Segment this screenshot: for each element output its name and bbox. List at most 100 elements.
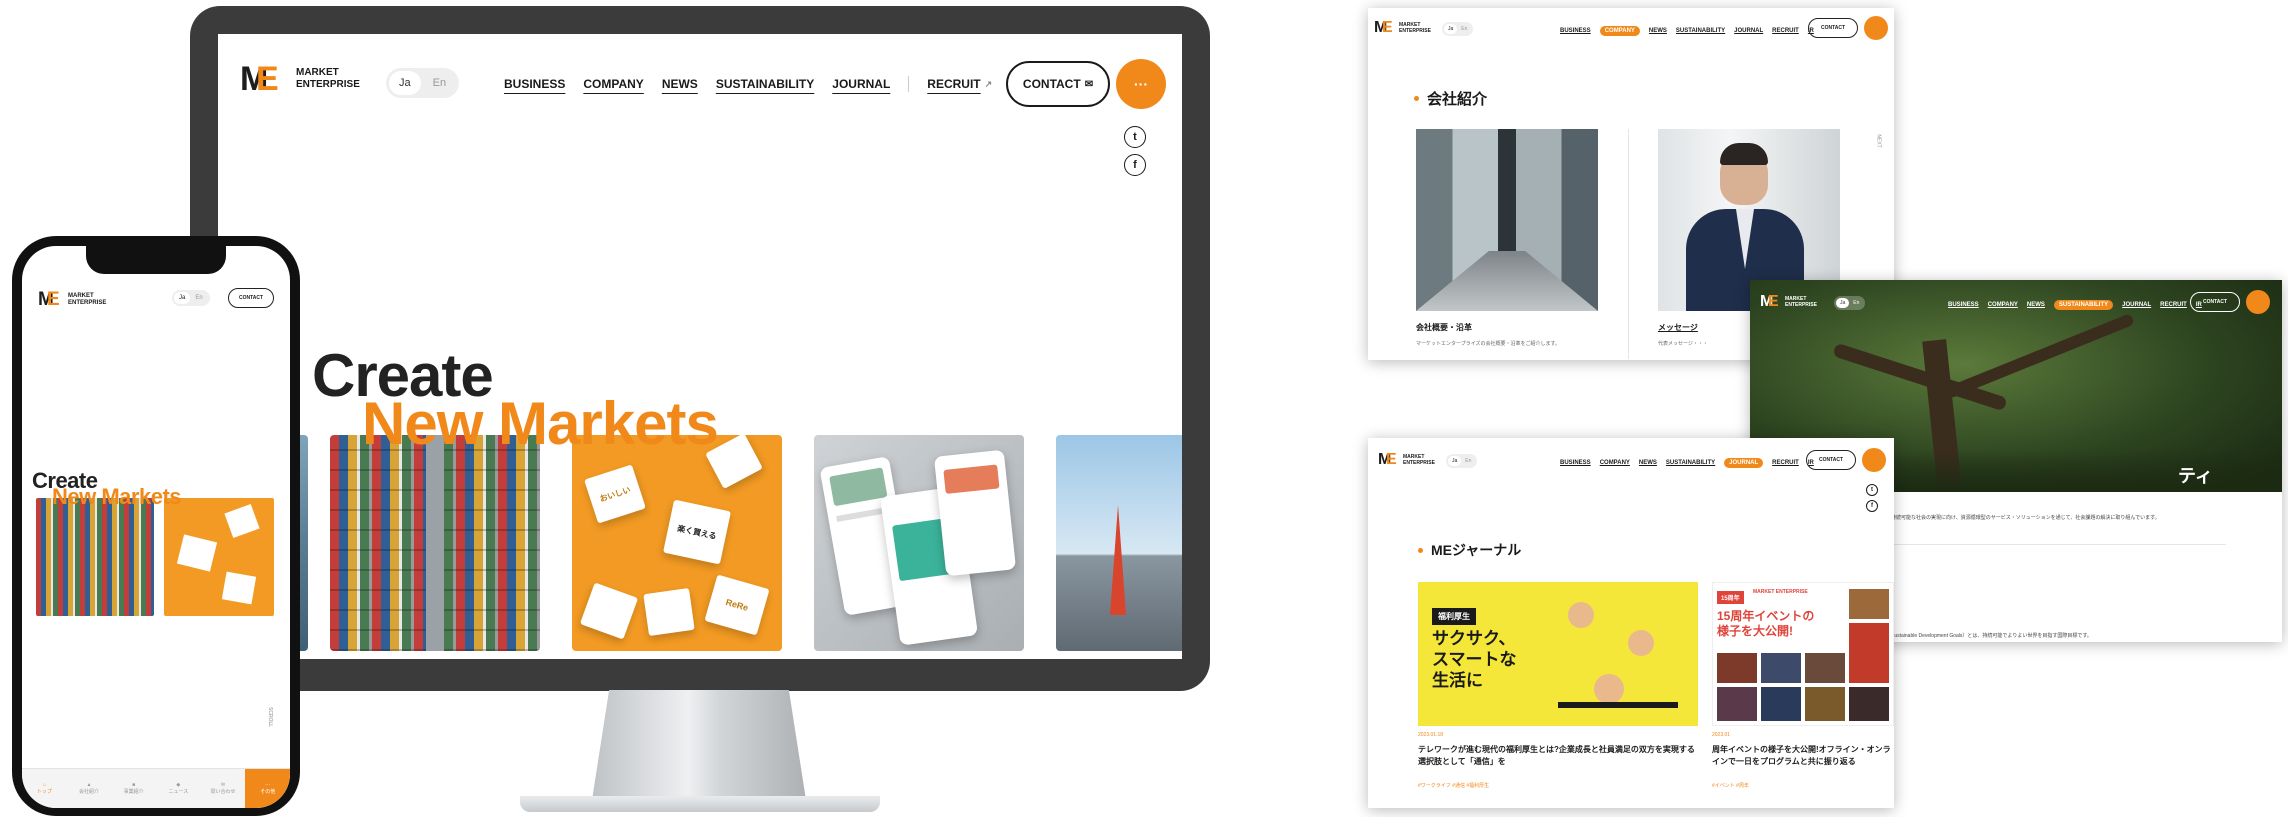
nav-company[interactable]: COMPANY xyxy=(583,77,643,91)
nav-news[interactable]: NEWS xyxy=(1649,28,1667,34)
container-port-image[interactable] xyxy=(330,435,540,651)
title-dot-icon xyxy=(1414,96,1419,101)
nav-journal[interactable]: JOURNAL xyxy=(832,77,890,91)
event-photo xyxy=(1849,589,1889,619)
card-2-tags[interactable]: #イベント #周年 xyxy=(1712,782,1749,789)
logo-line1: MARKET xyxy=(68,293,94,299)
panel-logo[interactable]: M E MARKET ENTERPRISE xyxy=(1378,452,1435,468)
product-box: 楽く買える xyxy=(663,499,731,565)
tab-company[interactable]: ▲ 会社紹介 xyxy=(67,769,112,808)
phone-screen: M E MARKET ENTERPRISE Ja En CONTACT Crea… xyxy=(22,246,290,808)
phone-site-logo[interactable]: M E MARKET ENTERPRISE xyxy=(38,290,106,310)
card-1-headline-1: サクサク、 xyxy=(1432,629,1516,648)
sustainability-body-1: 〜持続可能な社会の実現に向け、資源循環型のサービス・ソリューションを通じて、社会… xyxy=(1886,515,2160,521)
nav-news[interactable]: NEWS xyxy=(662,77,698,91)
event-photo xyxy=(1849,623,1889,683)
card-message-text: 代表メッセージ・・・ xyxy=(1658,341,1708,347)
site-logo[interactable]: ME MARKET ENTERPRISE xyxy=(240,62,360,96)
panel-contact-button[interactable]: CONTACT xyxy=(1808,18,1858,38)
phone-boxes-image[interactable] xyxy=(164,498,274,616)
tab-news[interactable]: ◆ ニュース xyxy=(156,769,201,808)
menu-button[interactable]: ··· xyxy=(1116,59,1166,109)
card-1-headline-3: 生活に xyxy=(1432,671,1483,690)
card-company-title[interactable]: 会社概要・沿革 xyxy=(1416,322,1472,333)
phone-hero-line2: New Markets xyxy=(52,484,182,509)
nav-recruit[interactable]: RECRUIT xyxy=(1772,28,1799,34)
product-box xyxy=(643,588,695,636)
title-dot-icon xyxy=(1418,547,1423,553)
phone-app-image[interactable] xyxy=(814,435,1024,651)
nav-business[interactable]: BUSINESS xyxy=(1560,28,1591,34)
panel-language-switch: Ja En xyxy=(1834,296,1866,310)
product-boxes-image[interactable]: おいしい 楽く買える ReRe xyxy=(572,435,782,651)
lang-ja-button[interactable]: Ja xyxy=(389,71,421,95)
office-corridor-image[interactable] xyxy=(1416,129,1598,311)
card-1-meta: 2023.01.18 xyxy=(1418,732,1444,738)
card-message-title[interactable]: メッセージ xyxy=(1658,322,1698,333)
panel-language-switch: Ja En xyxy=(1446,454,1478,468)
nav-sustainability[interactable]: SUSTAINABILITY xyxy=(1676,28,1725,34)
lang-en-button[interactable]: En xyxy=(423,71,456,95)
desktop-screen: ME MARKET ENTERPRISE Ja En BUSINESS COMP… xyxy=(218,34,1182,659)
nav-business[interactable]: BUSINESS xyxy=(504,77,565,91)
panel-menu-button[interactable] xyxy=(2246,290,2270,314)
card-2-brand: MARKET ENTERPRISE xyxy=(1753,589,1808,595)
event-photo xyxy=(1849,687,1889,721)
nav-recruit[interactable]: RECRUIT xyxy=(927,77,980,91)
lang-en-button[interactable]: En xyxy=(190,292,207,304)
card-2-badge: 15周年 xyxy=(1717,591,1744,604)
twitter-icon[interactable]: t xyxy=(1866,484,1878,496)
card-1-title[interactable]: テレワークが進む現代の福利厚生とは?企業成長と社員満足の双方を実現する選択肢とし… xyxy=(1418,744,1698,768)
panel-contact-button[interactable]: CONTACT xyxy=(1806,450,1856,470)
logo-line2: ENTERPRISE xyxy=(296,79,360,90)
card-2-title[interactable]: 周年イベントの様子を大公開!オフライン・オンラインで一日をプログラムと共に振り返… xyxy=(1712,744,1894,768)
tab-more[interactable]: ··· その他 xyxy=(245,769,290,808)
facebook-icon[interactable]: f xyxy=(1866,500,1878,512)
facebook-icon[interactable]: f xyxy=(1124,154,1146,176)
tokyo-tower-image[interactable] xyxy=(1056,435,1182,651)
language-switch: Ja En xyxy=(386,68,460,98)
product-box: ReRe xyxy=(704,574,770,636)
lang-ja-button[interactable]: Ja xyxy=(174,292,191,304)
card-1-headline-2: スマートな xyxy=(1432,650,1517,669)
tab-top[interactable]: ⌂ トップ xyxy=(22,769,67,808)
contact-label: CONTACT xyxy=(238,295,264,301)
panel-logo[interactable]: M E MARKET ENTERPRISE xyxy=(1374,20,1431,36)
phone-container-image[interactable] xyxy=(36,498,154,616)
illustration-person xyxy=(1568,602,1594,628)
company-section-title: 会社紹介 xyxy=(1414,88,1487,109)
contact-button[interactable]: CONTACT ✉ xyxy=(1006,61,1110,107)
nav-sustainability-active[interactable]: SUSTAINABILITY xyxy=(2053,300,2114,310)
tab-contact[interactable]: ✉ 問い合わせ xyxy=(201,769,246,808)
mail-icon: ✉ xyxy=(1084,78,1094,90)
twitter-icon[interactable]: t xyxy=(1124,126,1146,148)
external-link-icon: ↗ xyxy=(984,78,993,89)
nav-journal-active[interactable]: JOURNAL xyxy=(1724,458,1764,468)
sustainability-body-2: 〜Sustainable Development Goals）とは、持続可能でよ… xyxy=(1886,633,2092,639)
nav-company-active[interactable]: COMPANY xyxy=(1599,26,1640,36)
card-2-event-line1: 15周年イベントの xyxy=(1717,609,1815,623)
phone-contact-button[interactable]: CONTACT xyxy=(228,288,274,308)
nav-journal[interactable]: JOURNAL xyxy=(1734,28,1763,34)
logo-mark-icon: M E xyxy=(38,289,60,310)
tower-shape xyxy=(1110,505,1126,615)
journal-card-2-image[interactable]: 15周年 MARKET ENTERPRISE 15周年イベントの 様子を大公開! xyxy=(1712,582,1894,726)
panel-language-switch: Ja En xyxy=(1442,22,1474,36)
card-1-tags[interactable]: #ワークライフ #通信 #福利厚生 xyxy=(1418,782,1489,789)
logo-mark-icon: M E xyxy=(1374,19,1393,36)
contact-label: CONTACT xyxy=(1022,77,1081,91)
panel-logo[interactable]: M E MARKET ENTERPRISE xyxy=(1760,294,1817,310)
card-2-meta: 2023.01 xyxy=(1712,732,1731,738)
product-box xyxy=(579,582,639,640)
panel-contact-button[interactable]: CONTACT xyxy=(2190,292,2240,312)
global-nav: BUSINESS COMPANY NEWS SUSTAINABILITY JOU… xyxy=(504,76,1034,92)
panel-menu-button[interactable] xyxy=(1864,16,1888,40)
journal-card-1-image[interactable]: 福利厚生 サクサク、 スマートな 生活に xyxy=(1418,582,1698,726)
nav-sustainability[interactable]: SUSTAINABILITY xyxy=(716,77,814,91)
card-2-event-line2: 様子を大公開! xyxy=(1717,624,1793,638)
tab-business[interactable]: ■ 事業紹介 xyxy=(111,769,156,808)
panel-menu-button[interactable] xyxy=(1862,448,1886,472)
slider-next-label[interactable]: NEXT xyxy=(1876,134,1882,147)
logo-line2: ENTERPRISE xyxy=(68,300,107,306)
illustration-person xyxy=(1594,674,1624,704)
